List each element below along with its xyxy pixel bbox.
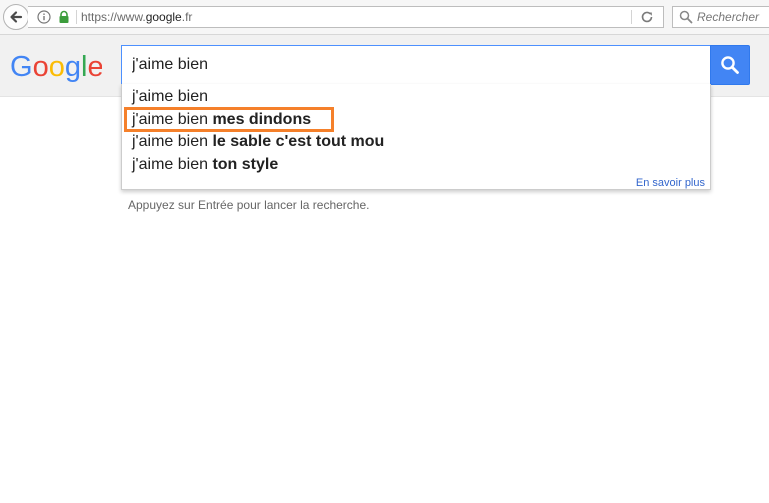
search-icon xyxy=(721,56,739,74)
search-hint: Appuyez sur Entrée pour lancer la recher… xyxy=(128,198,370,212)
back-button[interactable] xyxy=(3,4,29,30)
logo-letter: o xyxy=(49,51,65,82)
logo-letter: g xyxy=(65,51,81,82)
logo-letter: G xyxy=(10,51,33,82)
suggestion-item[interactable]: j'aime bien xyxy=(132,87,208,107)
google-logo[interactable]: Google xyxy=(10,50,102,82)
search-icon xyxy=(679,10,693,24)
reload-icon[interactable] xyxy=(640,10,654,24)
url-bar[interactable]: https://www.google.fr xyxy=(28,6,664,28)
search-input[interactable] xyxy=(122,46,710,84)
lock-icon[interactable] xyxy=(58,10,70,24)
search-placeholder: Rechercher xyxy=(697,10,760,24)
arrow-left-icon xyxy=(10,11,23,23)
url-separator xyxy=(76,10,77,24)
suggestion-item[interactable]: j'aime bien le sable c'est tout mou xyxy=(132,132,384,152)
url-separator xyxy=(631,10,632,24)
search-button[interactable] xyxy=(710,45,750,85)
browser-search-bar[interactable]: Rechercher xyxy=(672,6,769,28)
info-icon[interactable] xyxy=(37,10,51,24)
search-box[interactable] xyxy=(121,45,711,85)
logo-letter: o xyxy=(33,51,49,82)
learn-more-link[interactable]: En savoir plus xyxy=(636,177,705,189)
logo-letter: e xyxy=(87,51,102,82)
suggestion-item[interactable]: j'aime bien ton style xyxy=(132,155,278,175)
svg-text:Google: Google xyxy=(10,51,102,82)
browser-toolbar: https://www.google.fr Rechercher xyxy=(0,0,769,35)
highlight-box xyxy=(124,107,334,132)
url-text[interactable]: https://www.google.fr xyxy=(81,10,192,24)
suggestions-dropdown: j'aime bien j'aime bien mes dindons j'ai… xyxy=(121,84,711,190)
